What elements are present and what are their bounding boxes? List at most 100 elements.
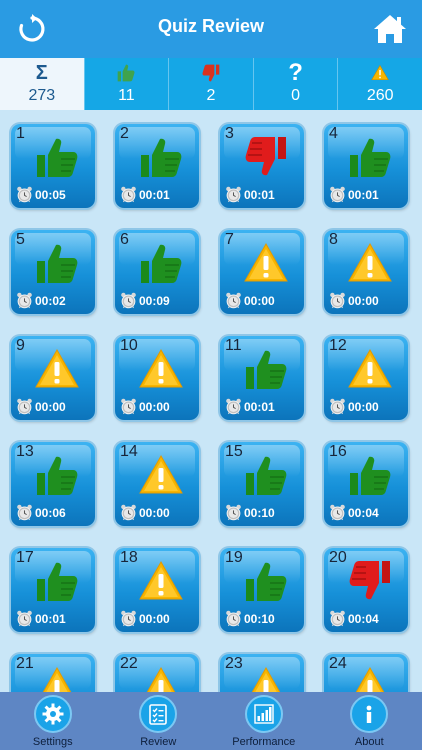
tab-performance-label: Performance	[232, 736, 296, 748]
tab-about-label: About	[354, 736, 384, 748]
stat-wrong[interactable]: 2	[168, 58, 253, 110]
tab-settings-label: Settings	[32, 736, 73, 748]
gear-icon	[42, 703, 64, 725]
question-tile[interactable]: 16 00:04	[324, 442, 408, 526]
answer-time: 00:01	[139, 188, 170, 202]
question-tile[interactable]: 14 00:00	[115, 442, 199, 526]
alarm-clock-icon	[16, 292, 33, 309]
page-title: Quiz Review	[157, 16, 265, 36]
warning-icon	[244, 665, 288, 692]
question-tile[interactable]: 11 00:01	[220, 336, 304, 420]
answer-time: 00:01	[244, 400, 275, 414]
alarm-clock-icon	[120, 292, 137, 309]
question-number: 21	[16, 655, 34, 672]
answer-time: 00:00	[139, 612, 170, 626]
nav-bar: Quiz Review	[0, 0, 422, 58]
tab-performance[interactable]: Performance	[211, 692, 317, 750]
stat-skipped-value: 260	[366, 87, 394, 104]
question-tile[interactable]: 18 00:00	[115, 548, 199, 632]
question-number: 17	[16, 549, 34, 566]
question-tile[interactable]: 3 00:01	[220, 124, 304, 208]
stat-correct[interactable]: 11	[83, 58, 169, 110]
alarm-clock-icon	[16, 504, 33, 521]
question-tile[interactable]: 10 00:00	[115, 336, 199, 420]
question-tile[interactable]: 5 00:02	[11, 230, 95, 314]
question-number: 8	[329, 231, 338, 248]
alarm-clock-icon	[120, 504, 137, 521]
thumbs-up-icon	[118, 64, 135, 82]
question-tile[interactable]: 2 00:01	[115, 124, 199, 208]
tab-settings[interactable]: Settings	[0, 692, 106, 750]
question-tile[interactable]: 1 00:05	[11, 124, 95, 208]
question-number: 15	[225, 443, 243, 460]
tab-bar: Settings Review Performance About	[0, 692, 422, 750]
alarm-clock-icon	[120, 398, 137, 415]
question-tile[interactable]: 19 00:10	[220, 548, 304, 632]
question-number: 19	[225, 549, 243, 566]
tab-review-label: Review	[140, 736, 177, 748]
info-icon	[366, 705, 372, 723]
question-tile[interactable]: 24	[324, 654, 408, 692]
question-tile[interactable]: 12 00:00	[324, 336, 408, 420]
thumbs-up-icon	[244, 347, 288, 391]
question-tile[interactable]: 13 00:06	[11, 442, 95, 526]
home-icon	[374, 15, 406, 43]
thumbs-down-icon	[202, 64, 220, 82]
answer-time: 00:10	[244, 506, 275, 520]
alarm-clock-icon	[225, 292, 242, 309]
answer-time: 00:00	[139, 400, 170, 414]
warning-icon	[139, 559, 183, 603]
question-tile[interactable]: 6 00:09	[115, 230, 199, 314]
stat-wrong-value: 2	[206, 87, 216, 104]
question-tile[interactable]: 23	[220, 654, 304, 692]
stat-skipped[interactable]: 260	[337, 58, 422, 110]
question-number: 20	[329, 549, 347, 566]
stat-unanswered[interactable]: ? 0	[252, 58, 338, 110]
warning-icon	[139, 665, 183, 692]
alarm-clock-icon	[329, 504, 346, 521]
alarm-clock-icon	[225, 504, 242, 521]
question-tile[interactable]: 21	[11, 654, 95, 692]
question-number: 5	[16, 231, 25, 248]
alarm-clock-icon	[120, 610, 137, 627]
question-number: 22	[120, 655, 138, 672]
tab-about[interactable]: About	[317, 692, 422, 750]
question-tile[interactable]: 7 00:00	[220, 230, 304, 314]
question-number: 4	[329, 125, 338, 142]
question-tile[interactable]: 22	[115, 654, 199, 692]
stats-bar: Σ 273 11 2 ? 0 260	[0, 58, 422, 110]
stat-total-value: 273	[28, 87, 56, 104]
answer-time: 00:00	[139, 506, 170, 520]
answer-time: 00:00	[244, 294, 275, 308]
tab-review[interactable]: Review	[106, 692, 212, 750]
warning-icon	[139, 347, 183, 391]
question-tile[interactable]: 9 00:00	[11, 336, 95, 420]
stat-correct-value: 11	[118, 87, 135, 104]
warning-icon	[348, 347, 392, 391]
question-tile[interactable]: 8 00:00	[324, 230, 408, 314]
question-number: 23	[225, 655, 243, 672]
alarm-clock-icon	[16, 610, 33, 627]
question-number: 11	[225, 337, 242, 354]
stat-total[interactable]: Σ 273	[0, 58, 84, 110]
alarm-clock-icon	[225, 610, 242, 627]
question-tile[interactable]: 15 00:10	[220, 442, 304, 526]
warning-icon	[244, 241, 288, 285]
home-button[interactable]	[370, 9, 410, 49]
answer-time: 00:00	[35, 400, 66, 414]
warning-icon	[371, 64, 389, 81]
question-tile[interactable]: 20 00:04	[324, 548, 408, 632]
answer-time: 00:00	[348, 400, 379, 414]
answer-time: 00:04	[348, 506, 379, 520]
warning-icon	[348, 665, 392, 692]
question-number: 12	[329, 337, 347, 354]
question-number: 6	[120, 231, 129, 248]
thumbs-down-icon	[244, 135, 288, 179]
alarm-clock-icon	[120, 186, 137, 203]
question-tile[interactable]: 17 00:01	[11, 548, 95, 632]
alarm-clock-icon	[329, 398, 346, 415]
alarm-clock-icon	[329, 610, 346, 627]
question-tile[interactable]: 4 00:01	[324, 124, 408, 208]
question-number: 2	[120, 125, 129, 142]
question-number: 13	[16, 443, 34, 460]
